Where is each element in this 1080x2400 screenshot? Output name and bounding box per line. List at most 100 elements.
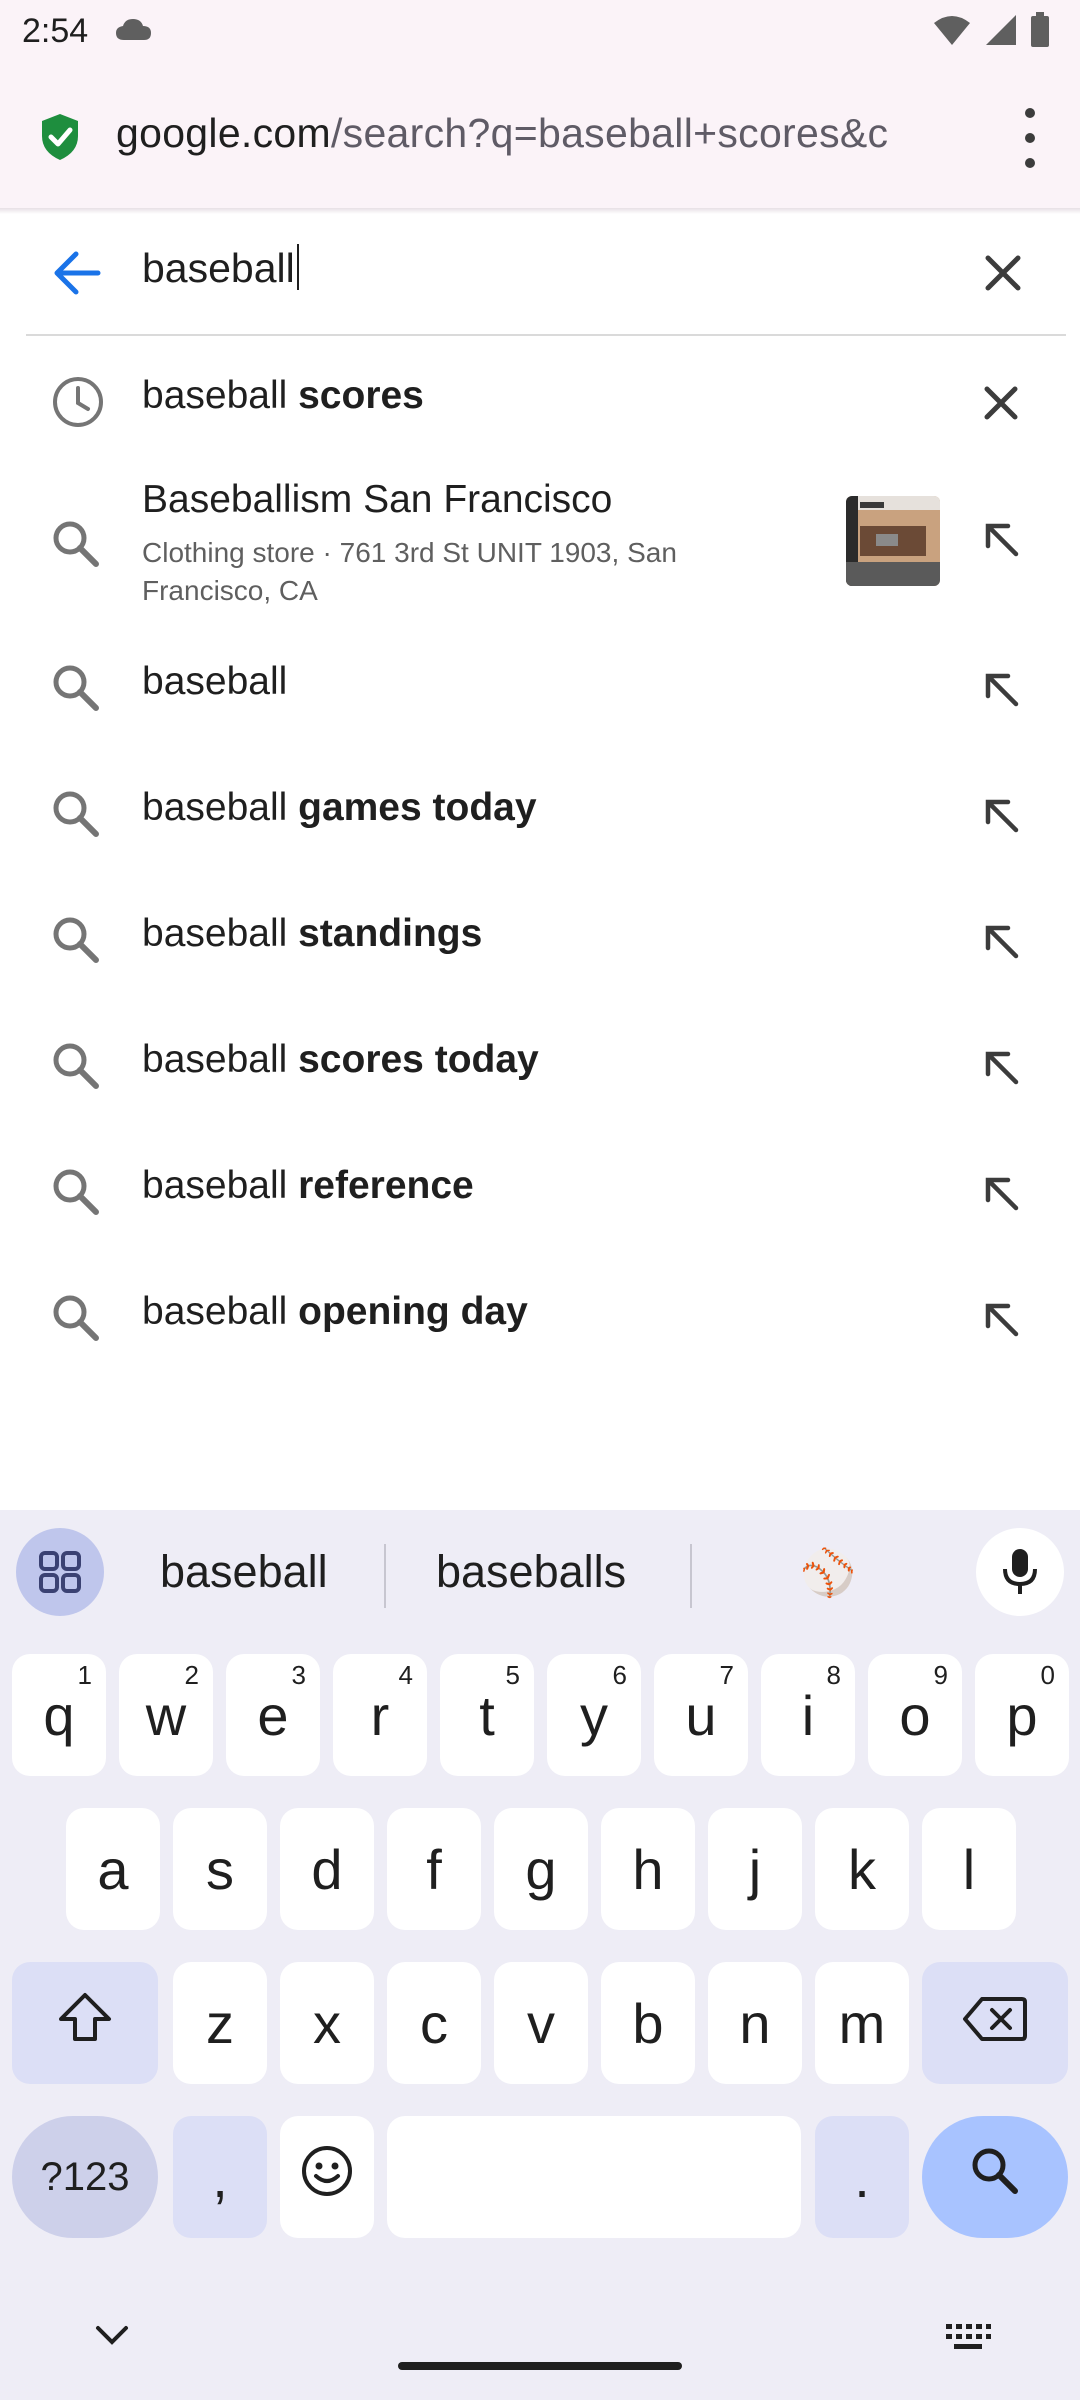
url-field[interactable]: google.com/search?q=baseball+scores&c <box>116 110 956 157</box>
space-key[interactable] <box>387 2116 801 2238</box>
refine-arrow-icon[interactable] <box>980 518 1022 565</box>
key-f[interactable]: f <box>387 1808 481 1930</box>
wifi-icon <box>932 13 972 52</box>
key-q[interactable]: q1 <box>12 1654 106 1776</box>
search-icon <box>50 1040 102 1097</box>
key-a[interactable]: a <box>66 1808 160 1930</box>
key-n[interactable]: n <box>708 1962 802 2084</box>
key-d[interactable]: d <box>280 1808 374 1930</box>
suggestion-text: baseball <box>142 660 288 703</box>
history-icon <box>50 374 106 435</box>
key-w[interactable]: w2 <box>119 1654 213 1776</box>
suggestion-text: baseball scores today <box>142 1038 539 1081</box>
key-b[interactable]: b <box>601 1962 695 2084</box>
omnibox-edit-row: baseball <box>0 214 1080 334</box>
suggestion-query[interactable]: baseball scores today <box>0 1036 1080 1100</box>
refine-arrow-icon[interactable] <box>980 1046 1022 1093</box>
remove-icon[interactable] <box>980 382 1022 429</box>
back-arrow-icon[interactable] <box>52 250 102 301</box>
keyboard-icon[interactable] <box>944 2322 992 2357</box>
suggestion-text: baseball games today <box>142 786 537 829</box>
key-v[interactable]: v <box>494 1962 588 2084</box>
key-r[interactable]: r4 <box>333 1654 427 1776</box>
key-s[interactable]: s <box>173 1808 267 1930</box>
search-icon <box>50 1166 102 1223</box>
symbols-key[interactable]: ?123 <box>12 2116 158 2238</box>
comma-key[interactable]: , <box>173 2116 267 2238</box>
security-lock-icon[interactable] <box>38 112 82 167</box>
refine-arrow-icon[interactable] <box>980 1172 1022 1219</box>
signal-icon <box>984 13 1018 52</box>
refine-arrow-icon[interactable] <box>980 794 1022 841</box>
emoji-key[interactable] <box>280 2116 374 2238</box>
suggestion-text: baseball standings <box>142 912 483 955</box>
divider <box>690 1544 692 1608</box>
suggestion-history[interactable]: baseball scores <box>0 368 1080 432</box>
refine-arrow-icon[interactable] <box>980 668 1022 715</box>
keyboard-suggestion[interactable]: baseball <box>160 1546 328 1598</box>
suggestion-text: baseball scores <box>142 374 424 417</box>
keyboard-suggestion[interactable]: baseballs <box>436 1546 626 1598</box>
key-t[interactable]: t5 <box>440 1654 534 1776</box>
keyboard-suggestion-emoji[interactable]: ⚾ <box>800 1546 856 1599</box>
suggestion-query[interactable]: baseball standings <box>0 910 1080 974</box>
chevron-down-icon[interactable] <box>92 2322 132 2353</box>
status-bar: 2:54 <box>0 0 1080 66</box>
place-subtitle: Clothing store · 761 3rd St UNIT 1903, S… <box>142 537 677 606</box>
key-y[interactable]: y6 <box>547 1654 641 1776</box>
suggestion-query[interactable]: baseball opening day <box>0 1288 1080 1352</box>
search-input[interactable]: baseball <box>142 244 299 292</box>
search-icon <box>50 1292 102 1349</box>
key-k[interactable]: k <box>815 1808 909 1930</box>
keyboard-suggestion-strip: baseball baseballs ⚾ <box>0 1510 1080 1636</box>
key-l[interactable]: l <box>922 1808 1016 1930</box>
text-cursor <box>296 244 299 290</box>
backspace-icon <box>962 1991 1028 2056</box>
suggestion-text: baseball reference <box>142 1164 474 1207</box>
cloud-icon <box>114 16 154 47</box>
place-title: Baseballism San Francisco <box>142 478 613 521</box>
refine-arrow-icon[interactable] <box>980 1298 1022 1345</box>
search-key[interactable] <box>922 2116 1068 2238</box>
key-h[interactable]: h <box>601 1808 695 1930</box>
suggestion-place[interactable]: Baseballism San Francisco Clothing store… <box>0 478 1080 608</box>
key-m[interactable]: m <box>815 1962 909 2084</box>
divider <box>26 334 1066 336</box>
key-p[interactable]: p0 <box>975 1654 1069 1776</box>
key-g[interactable]: g <box>494 1808 588 1930</box>
apps-grid-icon[interactable] <box>16 1528 104 1616</box>
key-c[interactable]: c <box>387 1962 481 2084</box>
more-vert-icon[interactable] <box>1012 108 1048 168</box>
mic-icon[interactable] <box>976 1528 1064 1616</box>
search-query: baseball <box>142 245 295 291</box>
clear-icon[interactable] <box>980 250 1026 301</box>
key-e[interactable]: e3 <box>226 1654 320 1776</box>
backspace-key[interactable] <box>922 1962 1068 2084</box>
emoji-icon <box>300 2144 354 2211</box>
status-time: 2:54 <box>22 12 89 50</box>
key-u[interactable]: u7 <box>654 1654 748 1776</box>
url-domain: google.com <box>116 110 331 156</box>
search-icon <box>50 662 102 719</box>
period-key[interactable]: . <box>815 2116 909 2238</box>
key-x[interactable]: x <box>280 1962 374 2084</box>
suggestion-query[interactable]: baseball reference <box>0 1162 1080 1226</box>
search-icon <box>969 2145 1021 2210</box>
search-icon <box>50 788 102 845</box>
key-j[interactable]: j <box>708 1808 802 1930</box>
place-thumbnail <box>846 496 940 586</box>
key-z[interactable]: z <box>173 1962 267 2084</box>
browser-url-bar: google.com/search?q=baseball+scores&c <box>0 66 1080 210</box>
shift-icon <box>57 1991 113 2056</box>
gesture-handle[interactable] <box>398 2362 682 2370</box>
search-icon <box>50 518 102 575</box>
key-o[interactable]: o9 <box>868 1654 962 1776</box>
key-i[interactable]: i8 <box>761 1654 855 1776</box>
divider <box>384 1544 386 1608</box>
shift-key[interactable] <box>12 1962 158 2084</box>
suggestion-query[interactable]: baseball <box>0 658 1080 722</box>
on-screen-keyboard: baseball baseballs ⚾ <box>0 1510 1080 2400</box>
suggestion-text: baseball opening day <box>142 1290 528 1333</box>
refine-arrow-icon[interactable] <box>980 920 1022 967</box>
suggestion-query[interactable]: baseball games today <box>0 784 1080 848</box>
